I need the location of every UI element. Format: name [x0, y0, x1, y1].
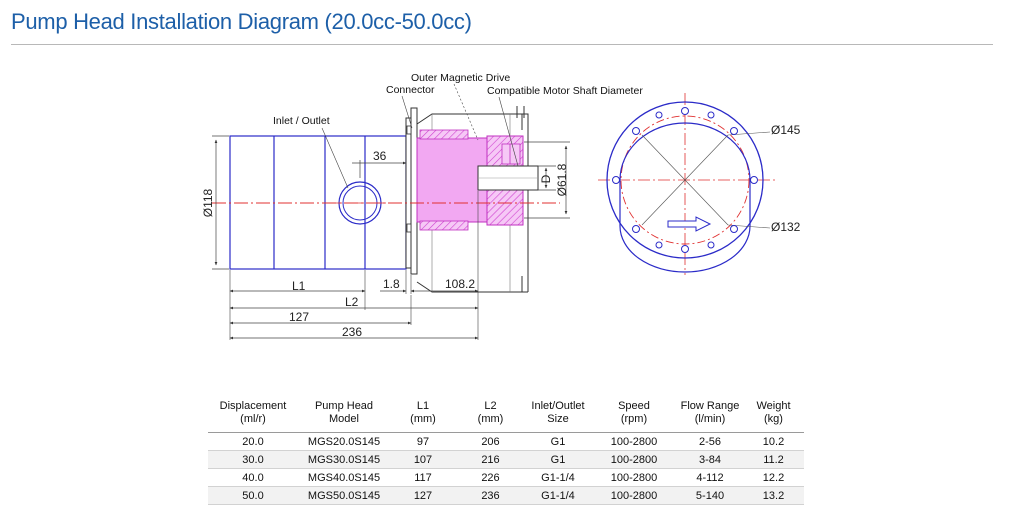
header-displacement: Displacement (ml/r): [208, 396, 298, 433]
cell-inlet-outlet: G1: [525, 432, 591, 451]
cell-model: MGS20.0S145: [298, 432, 390, 451]
cell-l2: 236: [456, 486, 525, 505]
cell-l2: 216: [456, 450, 525, 469]
cell-inlet-outlet: G1: [525, 450, 591, 469]
label-outer-magnetic-drive: Outer Magnetic Drive: [411, 72, 510, 84]
cell-l1: 107: [390, 450, 456, 469]
cell-flow-range: 4-112: [677, 468, 743, 487]
cell-speed: 100-2800: [591, 450, 677, 469]
label-compatible-motor-shaft: Compatible Motor Shaft Diameter: [487, 85, 643, 97]
cell-displacement: 20.0: [208, 432, 298, 451]
header-inlet-outlet: Inlet/Outlet Size: [525, 396, 591, 433]
connector-flange: [405, 107, 418, 275]
cell-speed: 100-2800: [591, 432, 677, 451]
cell-speed: 100-2800: [591, 486, 677, 505]
cell-weight: 10.2: [743, 432, 804, 451]
cell-model: MGS50.0S145: [298, 486, 390, 505]
cell-flow-range: 2-56: [677, 432, 743, 451]
header-l2: L2 (mm): [456, 396, 525, 433]
pump-spec-table: Displacement (ml/r) Pump Head Model L1 (mm)…: [208, 396, 804, 505]
dim-127-label: 127: [289, 310, 309, 324]
table-row: 50.0 MGS50.0S145 127 236 G1-1/4 100-2800…: [208, 486, 804, 505]
cell-l1: 127: [390, 486, 456, 505]
table-row: 40.0 MGS40.0S145 117 226 G1-1/4 100-2800…: [208, 468, 804, 487]
cell-model: MGS30.0S145: [298, 450, 390, 469]
dim-36-label: 36: [373, 149, 387, 163]
cell-weight: 13.2: [743, 486, 804, 505]
header-l1: L1 (mm): [390, 396, 456, 433]
motor-shaft: [477, 165, 539, 191]
dim-132-label: Ø132: [771, 220, 801, 234]
cell-l1: 117: [390, 468, 456, 487]
dimension-diameter-118: Ø118: [201, 135, 229, 270]
header-model: Pump Head Model: [298, 396, 390, 433]
table-header-row: Displacement (ml/r) Pump Head Model L1 (mm)…: [208, 396, 804, 433]
table-row: 20.0 MGS20.0S145 97 206 G1 100-2800 2-56…: [208, 432, 804, 451]
dim-236-label: 236: [342, 325, 362, 339]
dim-1-8-label: 1.8: [383, 277, 400, 291]
cell-flow-range: 5-140: [677, 486, 743, 505]
table-row: 30.0 MGS30.0S145 107 216 G1 100-2800 3-8…: [208, 450, 804, 469]
cell-flow-range: 3-84: [677, 450, 743, 469]
cell-model: MGS40.0S145: [298, 468, 390, 487]
cell-l2: 206: [456, 432, 525, 451]
dim-108-2-label: 108.2: [445, 277, 475, 291]
cell-weight: 11.2: [743, 450, 804, 469]
cell-inlet-outlet: G1-1/4: [525, 468, 591, 487]
dim-d-label: D: [539, 174, 553, 183]
header-weight: Weight (kg): [743, 396, 804, 433]
label-inlet-outlet: Inlet / Outlet: [273, 115, 330, 127]
cell-displacement: 40.0: [208, 468, 298, 487]
label-connector: Connector: [386, 84, 435, 96]
dim-61-8-label: Ø61.8: [555, 163, 569, 196]
dim-145-label: Ø145: [771, 123, 801, 137]
cell-inlet-outlet: G1-1/4: [525, 486, 591, 505]
cell-l1: 97: [390, 432, 456, 451]
cell-speed: 100-2800: [591, 468, 677, 487]
header-speed: Speed (rpm): [591, 396, 677, 433]
dim-118-label: Ø118: [201, 188, 215, 217]
installation-drawing: Ø118 36 D Ø61.8 Outer Magnetic Drive Con…: [201, 72, 801, 340]
dim-l1-label: L1: [292, 279, 306, 293]
cell-displacement: 50.0: [208, 486, 298, 505]
header-flow-range: Flow Range (l/min): [677, 396, 743, 433]
cell-weight: 12.2: [743, 468, 804, 487]
cell-l2: 226: [456, 468, 525, 487]
dim-l2-label: L2: [345, 295, 359, 309]
cell-displacement: 30.0: [208, 450, 298, 469]
